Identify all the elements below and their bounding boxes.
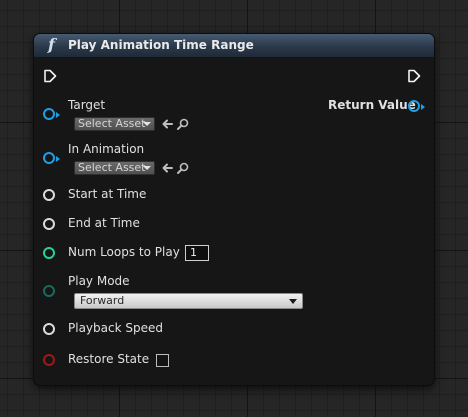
playback-speed-label: Playback Speed [68,321,163,335]
in-animation-asset-select[interactable]: Select Asset [74,161,155,175]
start-at-time-pin[interactable] [43,189,55,201]
end-at-time-pin[interactable] [43,218,55,230]
play-mode-pin[interactable] [43,285,55,297]
target-asset-select[interactable]: Select Asset [74,117,155,131]
return-value-pin-arrow-icon [421,104,425,110]
exec-output-pin-icon[interactable] [407,69,421,83]
browse-arrow-icon[interactable] [160,161,174,175]
target-pin-arrow-icon [56,112,60,118]
exec-input-pin-icon[interactable] [43,69,57,83]
search-icon[interactable] [176,117,190,131]
node-header[interactable]: f Play Animation Time Range [34,34,434,58]
search-icon[interactable] [176,161,190,175]
restore-state-pin[interactable] [43,354,55,366]
play-mode-select[interactable]: Forward [74,293,303,309]
start-at-time-label: Start at Time [68,187,147,201]
in-animation-label: In Animation [68,142,145,156]
chevron-down-icon [143,122,151,126]
num-loops-label: Num Loops to Play [68,245,180,259]
in-animation-asset-select-value: Select Asset [78,161,146,174]
play-mode-select-value: Forward [80,294,125,307]
return-value-label: Return Value [328,98,416,112]
play-mode-label: Play Mode [68,274,130,288]
num-loops-input[interactable]: 1 [185,245,209,261]
end-at-time-label: End at Time [68,216,140,230]
playback-speed-pin[interactable] [43,323,55,335]
target-asset-select-value: Select Asset [78,117,146,130]
num-loops-pin[interactable] [43,247,55,259]
target-pin[interactable] [43,108,55,120]
target-label: Target [68,98,106,112]
blueprint-function-node[interactable]: f Play Animation Time Range Return Value… [34,34,434,385]
function-icon: f [48,35,55,54]
in-animation-pin[interactable] [43,152,55,164]
restore-state-label: Restore State [68,352,150,366]
return-value-pin[interactable] [408,100,420,112]
chevron-down-icon [289,299,297,304]
browse-arrow-icon[interactable] [160,117,174,131]
chevron-down-icon [143,166,151,170]
node-title: Play Animation Time Range [68,38,254,52]
in-animation-pin-arrow-icon [56,156,60,162]
restore-state-checkbox[interactable] [156,354,169,367]
